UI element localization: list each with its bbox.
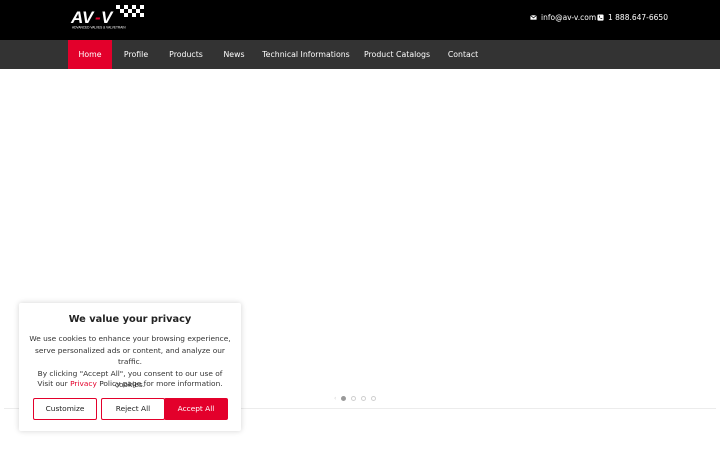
cookie-text-line: serve personalized ads or content, and a… bbox=[35, 345, 225, 367]
cookie-consent-banner: We value your privacy We use cookies to … bbox=[19, 303, 241, 431]
cookie-title: We value your privacy bbox=[68, 314, 192, 325]
privacy-policy-text: Visit our Privacy Policy page for more i… bbox=[19, 379, 241, 388]
nav-item-technical-informations[interactable]: Technical Informations bbox=[262, 40, 350, 69]
top-header: AV - V ADVANCED VALVES & VALVETRAIN info… bbox=[0, 0, 720, 40]
nav-item-product-catalogs[interactable]: Product Catalogs bbox=[362, 40, 432, 69]
svg-text:V: V bbox=[101, 8, 114, 27]
email-contact[interactable]: info@av-v.com bbox=[530, 13, 596, 22]
customize-button[interactable]: Customize bbox=[33, 398, 97, 420]
nav-item-products[interactable]: Products bbox=[164, 40, 208, 69]
phone-contact[interactable]: 1 888.647-6650 bbox=[597, 13, 668, 22]
nav-item-profile[interactable]: Profile bbox=[116, 40, 156, 69]
slider-dot[interactable] bbox=[351, 396, 357, 401]
visit-prefix: Visit our bbox=[37, 379, 71, 388]
accept-all-button[interactable]: Accept All bbox=[164, 398, 228, 420]
email-text: info@av-v.com bbox=[541, 13, 597, 22]
phone-icon bbox=[597, 14, 604, 21]
slider-dot[interactable] bbox=[371, 396, 377, 401]
slider-dot[interactable] bbox=[341, 396, 347, 401]
slider-pagination: ‹ bbox=[334, 396, 377, 402]
prev-slide-icon[interactable]: ‹ bbox=[334, 396, 336, 402]
privacy-link[interactable]: Privacy bbox=[70, 379, 97, 388]
main-navigation: Home Profile Products News Technical Inf… bbox=[0, 40, 720, 69]
svg-text:ADVANCED VALVES & VALVETRAIN: ADVANCED VALVES & VALVETRAIN bbox=[72, 26, 126, 30]
av-v-logo[interactable]: AV - V ADVANCED VALVES & VALVETRAIN bbox=[70, 4, 146, 30]
nav-item-contact[interactable]: Contact bbox=[444, 40, 482, 69]
slider-dot[interactable] bbox=[361, 396, 367, 401]
svg-text:AV: AV bbox=[70, 8, 95, 27]
envelope-icon bbox=[530, 15, 537, 20]
nav-item-news[interactable]: News bbox=[218, 40, 250, 69]
phone-text: 1 888.647-6650 bbox=[608, 13, 668, 22]
reject-all-button[interactable]: Reject All bbox=[101, 398, 165, 420]
nav-item-home[interactable]: Home bbox=[68, 40, 112, 69]
visit-suffix: Policy page for more information. bbox=[96, 379, 223, 388]
cookie-text-line: We use cookies to enhance your browsing … bbox=[29, 334, 231, 343]
